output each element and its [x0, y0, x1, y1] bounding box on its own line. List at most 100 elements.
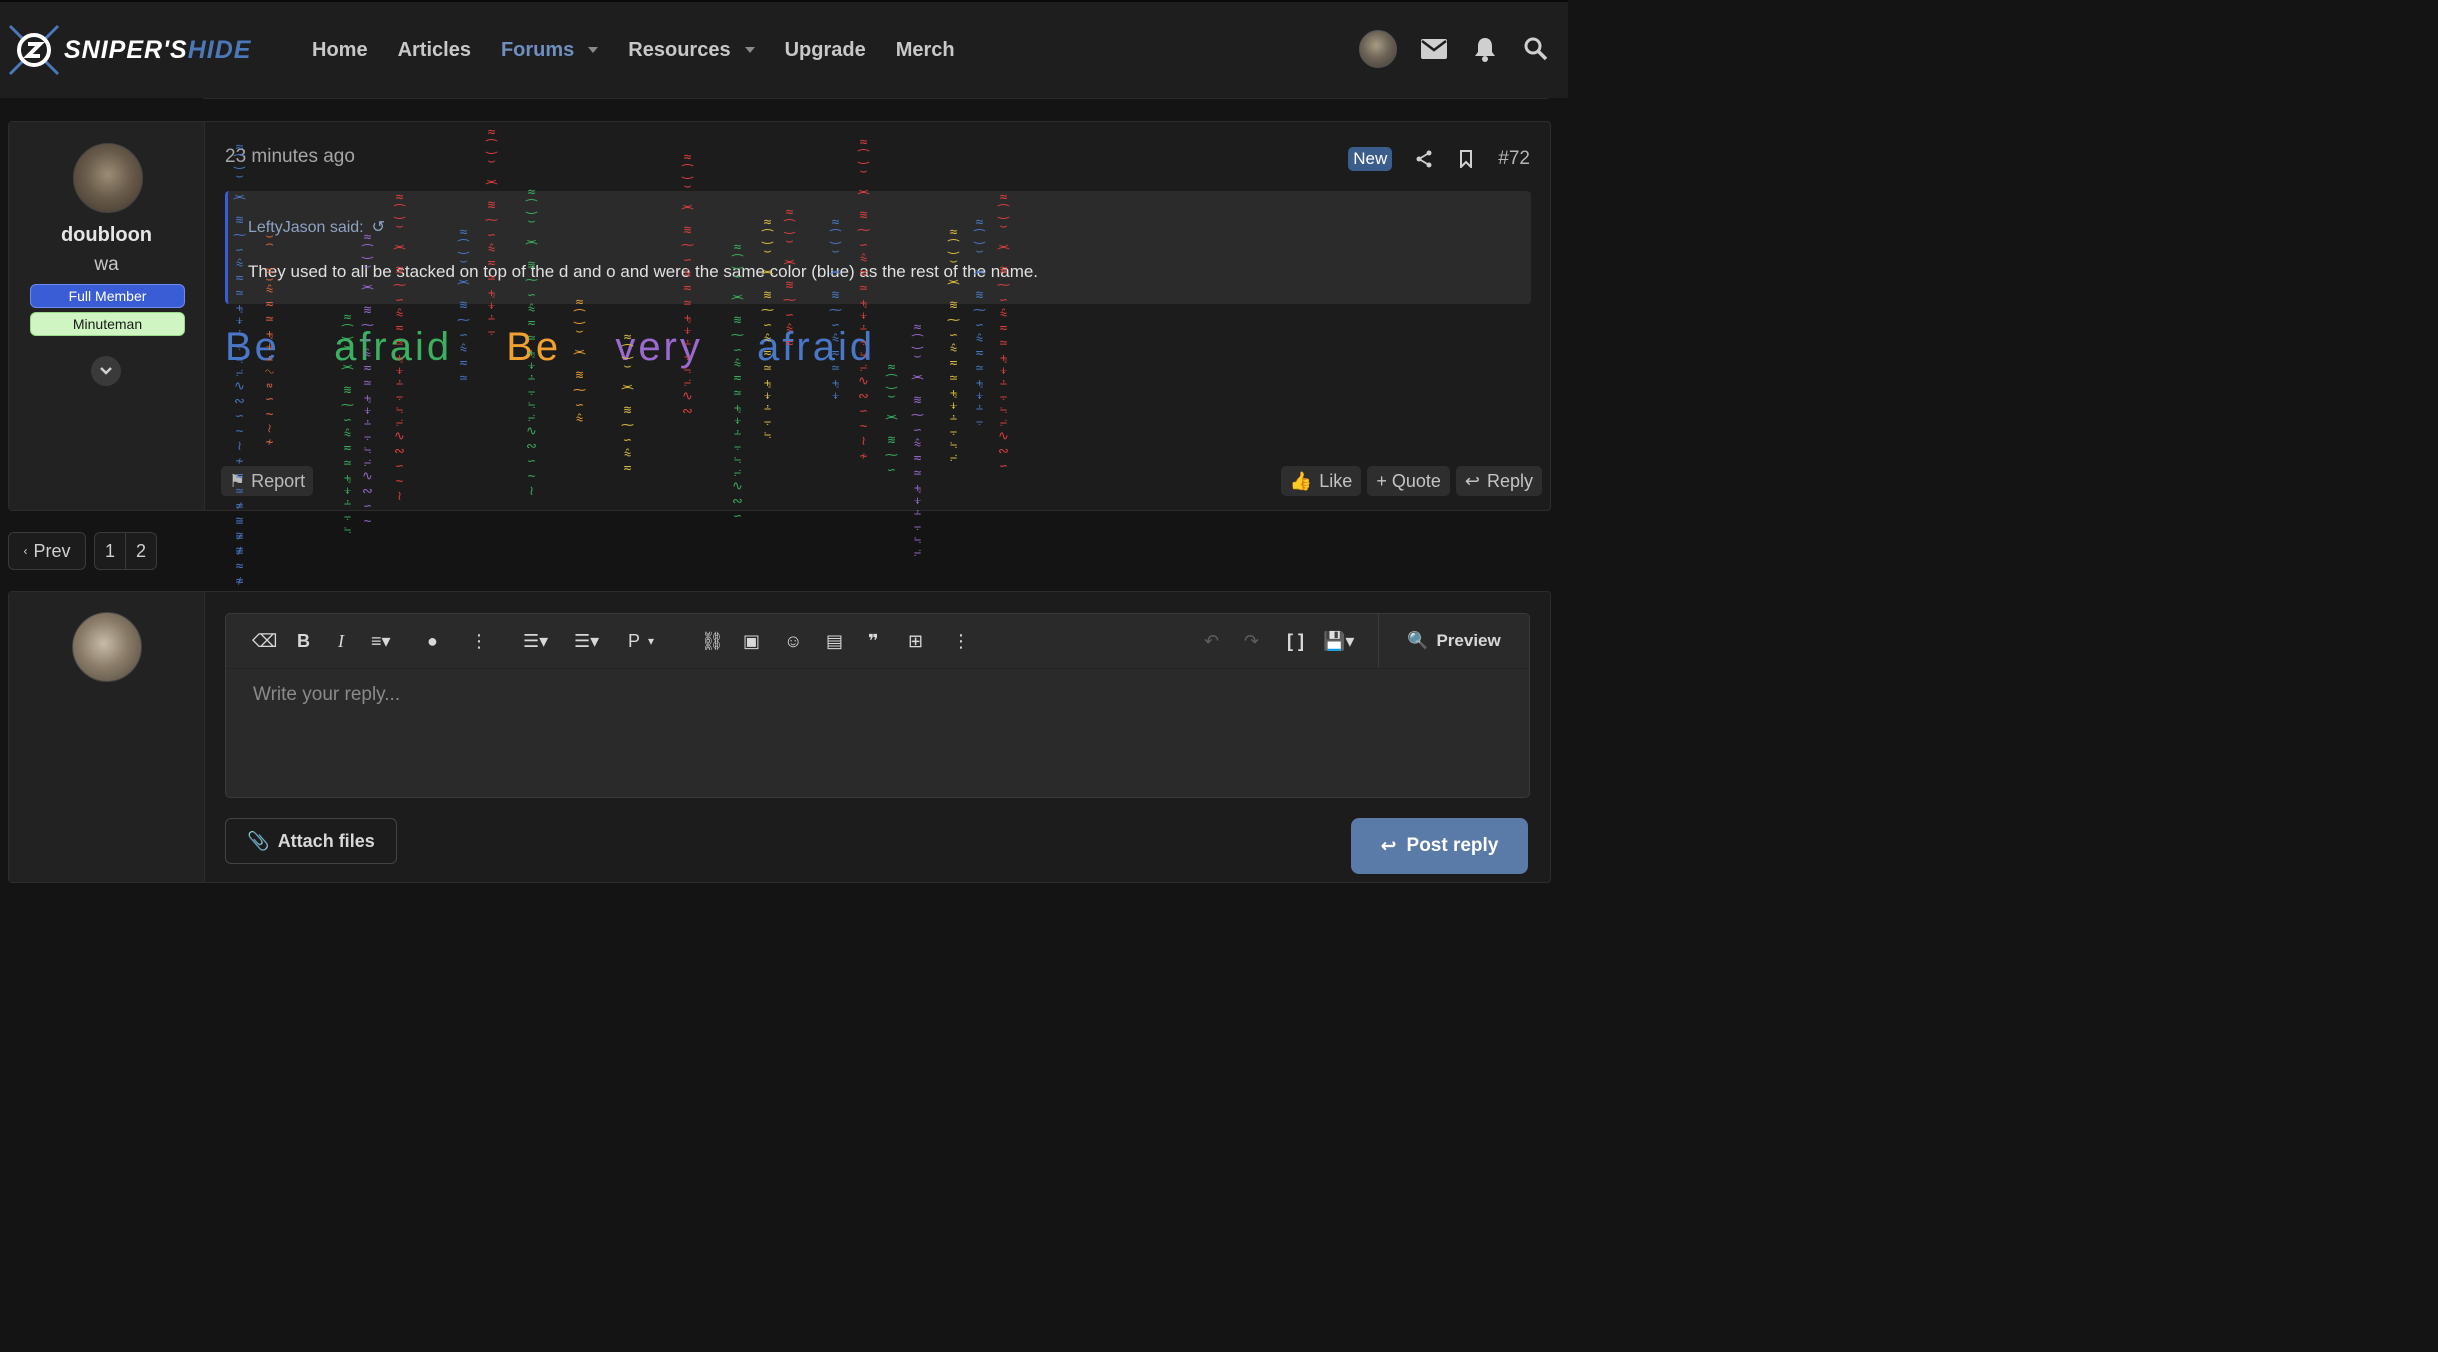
nav-articles[interactable]: Articles: [398, 39, 471, 62]
post-meta: New #72: [1348, 147, 1530, 171]
share-icon: [1416, 150, 1432, 168]
page-link[interactable]: 1: [94, 532, 125, 570]
post-reply-label: Post reply: [1406, 835, 1499, 856]
new-badge: New: [1348, 147, 1393, 171]
more-text-options-button[interactable]: ⋮: [470, 630, 488, 652]
chevron-left-icon: ‹: [23, 544, 28, 558]
chevron-down-icon[interactable]: [744, 47, 755, 53]
glitch-column: ≈⁐⌣‿⁀≋⁓∽⩯≂≃⨧⨨: [828, 215, 843, 402]
quote-icon: ❞: [868, 630, 879, 651]
more-vertical-icon: ⋮: [470, 630, 488, 651]
like-label: Like: [1319, 470, 1353, 491]
bookmark-icon: [1460, 150, 1473, 168]
chevron-down-icon[interactable]: [588, 47, 599, 53]
undo-button[interactable]: ↶: [1204, 630, 1219, 652]
quick-reply: ⌫ B I ≡▾ ● ⋮ ☰▾ ☰▾ P ▾ ⛓ ▣ ☺ ▤ ❞ ⊞ ⋮ ↶ ↷ …: [8, 591, 1551, 883]
more-insert-options-button[interactable]: ⋮: [952, 630, 970, 652]
glitch-column: ≈⁐⌣‿⁀≋⁓∽⩯≂≃⨧⨨⨩⨪⨫⨬∿∾∽∼≀: [392, 190, 407, 504]
reply-textarea[interactable]: Write your reply...: [253, 684, 400, 706]
attach-label: Attach files: [277, 830, 375, 851]
list-button[interactable]: ☰▾: [523, 630, 548, 652]
avatar[interactable]: [72, 612, 142, 682]
report-label: Report: [251, 470, 306, 491]
link-icon: ⛓: [701, 630, 724, 651]
site-name: SNIPER'SHIDE: [64, 35, 252, 64]
insert-table-button[interactable]: ⊞: [908, 630, 923, 652]
italic-button[interactable]: I: [338, 630, 344, 652]
align-button[interactable]: ☰▾: [574, 630, 599, 652]
prev-page-button[interactable]: ‹ Prev: [8, 532, 86, 570]
glitch-column: ≈⁐⌣‿⁀≋⁓∽⩯≂≃⨧⨨⨩⨪⨫: [760, 215, 775, 441]
insert-link-button[interactable]: ⛓: [701, 630, 724, 652]
preview-label: Preview: [1436, 631, 1501, 650]
nav-home[interactable]: Home: [312, 39, 368, 62]
page-link[interactable]: 2: [125, 532, 157, 570]
avatar[interactable]: [73, 143, 143, 213]
glitch-column: ≈⁐⌣‿⁀≋⁓∽⩯≂≃⨧⨨⨩⨪⨫⨬∿∾∽∼: [360, 230, 375, 529]
table-icon: ⊞: [908, 630, 924, 651]
thumbs-up-icon: 👍: [1289, 470, 1313, 491]
like-button[interactable]: 👍 Like: [1280, 466, 1362, 496]
user-title-badge: Full Member: [30, 284, 185, 308]
bold-icon: B: [297, 630, 310, 651]
post-reply-button[interactable]: ↩ Post reply: [1351, 818, 1528, 874]
bookmark-button[interactable]: [1456, 149, 1476, 169]
pagination: ‹ Prev 1 2: [8, 532, 157, 570]
save-icon: 💾▾: [1323, 630, 1355, 651]
reply-arrow-icon: ↩: [1380, 835, 1397, 857]
italic-icon: I: [338, 630, 344, 651]
glitch-column: ≈⁐⌣‿⁀≋⁓∽⩯≂≃⨧⨨⨩⨪⨫: [340, 310, 355, 536]
reply-button[interactable]: ↩ Reply: [1455, 466, 1542, 496]
reply-user-panel: [9, 592, 205, 882]
text-options-button[interactable]: ≡▾: [371, 630, 391, 652]
reply-editor: ⌫ B I ≡▾ ● ⋮ ☰▾ ☰▾ P ▾ ⛓ ▣ ☺ ▤ ❞ ⊞ ⋮ ↶ ↷ …: [225, 613, 1530, 798]
eraser-icon: ⌫: [252, 630, 278, 651]
glitch-column: ≈⁐⌣‿⁀≋⁓∽⩯≂≃⨧⨨⨩⨪⨫⨬: [910, 320, 925, 559]
glitch-column: ≈⁐⌣‿⁀≋⁓∽⩯≂: [620, 330, 635, 476]
nav-upgrade[interactable]: Upgrade: [785, 39, 866, 62]
chevron-down-icon: ▾: [648, 634, 655, 648]
drafts-button[interactable]: 💾▾: [1323, 630, 1354, 652]
quoted-message: LeftyJason said: ↺ They used to all be st…: [225, 191, 1531, 304]
paragraph-format-button[interactable]: P ▾: [628, 630, 654, 652]
insert-smilie-button[interactable]: ☺: [784, 630, 802, 652]
color-button[interactable]: ●: [427, 630, 438, 652]
nav-forums[interactable]: Forums: [501, 39, 599, 62]
glitch-column: ⌣⁀‿⁐⩯≂≃⨧⨨⨩∿∾∽∼≀≁: [262, 230, 277, 450]
previous-post-edge: [203, 92, 1548, 99]
glitch-column: ≈⁐⌣‿⁀≋⁓∽⩯≂≃⨧⨨⨩⨪: [484, 125, 499, 338]
attach-files-button[interactable]: 📎 Attach files: [225, 818, 397, 864]
preview-button[interactable]: 🔍 Preview: [1378, 614, 1529, 668]
glitch-column: ≈⁐⌣‿⁀≋⁓∽: [884, 360, 899, 478]
insert-image-button[interactable]: ▣: [743, 630, 760, 652]
username[interactable]: doubloon: [9, 224, 204, 247]
inbox-button[interactable]: [1420, 35, 1448, 63]
alerts-button[interactable]: [1471, 35, 1499, 63]
toggle-bbcode-button[interactable]: [ ]: [1287, 630, 1304, 652]
more-vertical-icon: ⋮: [952, 630, 970, 651]
glitch-column: ≈⁐⌣‿⁀≋⁓∽⩯≂≃⨧⨨⨩⨪⨫⨬∿∾∽∼≀≁: [856, 135, 871, 464]
share-button[interactable]: [1414, 149, 1434, 169]
search-button[interactable]: [1522, 35, 1550, 63]
site-logo[interactable]: SNIPER'SHIDE: [6, 22, 296, 78]
expand-user-info-button[interactable]: [91, 356, 121, 386]
bold-button[interactable]: B: [297, 630, 310, 652]
post-number-link[interactable]: #72: [1498, 148, 1530, 170]
nav-resources[interactable]: Resources: [628, 39, 755, 62]
user-subtitle: wa: [94, 254, 119, 275]
quote-button[interactable]: + Quote: [1367, 466, 1450, 496]
clear-formatting-button[interactable]: ⌫: [252, 630, 277, 652]
post-actions: 👍 Like + Quote ↩ Reply: [1275, 466, 1542, 496]
paragraph-label: P: [628, 630, 641, 651]
image-icon: ▣: [743, 630, 761, 651]
main-nav: Home Articles Forums Resources Upgrade M…: [312, 32, 985, 68]
glitch-column: ≈⁐⌣‿⁀≋⁓∽⩯≂≃⨧⨨⨩⨪⨫⨬∿∾∽: [730, 240, 745, 524]
nav-merch[interactable]: Merch: [896, 39, 955, 62]
redo-button[interactable]: ↷: [1244, 630, 1259, 652]
insert-quote-button[interactable]: ❞: [868, 630, 879, 652]
insert-media-button[interactable]: ▤: [826, 630, 843, 652]
glitch-column: ≈⁐⌣‿⁀≋⁓∽⩯≂≃⨧⨨⨩⨪⨫⨬∿∾: [680, 150, 695, 419]
account-avatar[interactable]: [1359, 30, 1397, 68]
reply-arrow-icon: ↩: [1464, 470, 1480, 491]
glitch-column: ≈⁐⌣‿⁀≋⁓∽⩯≂≃⨧⨨⨩⨪: [972, 215, 987, 428]
